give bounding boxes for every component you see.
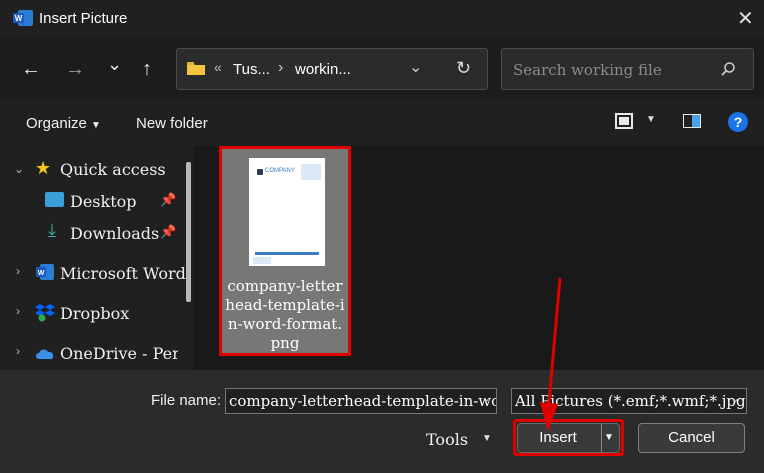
breadcrumb-item[interactable]: Tus...: [233, 61, 270, 78]
view-dropdown-icon[interactable]: ▼: [646, 114, 656, 125]
preview-pane-icon[interactable]: [683, 114, 701, 128]
navigation-bar: ← → ⌄ ↑ « Tus... › workin... ⌄ ↻ Search …: [0, 38, 764, 100]
insert-dropdown-icon[interactable]: ▼: [604, 424, 614, 452]
search-input[interactable]: Search working file: [513, 61, 662, 79]
annotation-arrow-icon: [538, 274, 568, 444]
sidebar-scrollbar[interactable]: [186, 162, 191, 302]
navigation-pane: ⌄ ★ Quick access Desktop 📌 ⤓ Downloads 📌…: [0, 146, 194, 370]
file-name-label: company-letter head-template-i n-word-fo…: [225, 277, 345, 352]
thumbnail-pattern: [301, 164, 321, 180]
breadcrumb-item[interactable]: workin...: [295, 61, 351, 78]
title-bar: W Insert Picture ✕: [0, 0, 764, 38]
cancel-button[interactable]: Cancel: [638, 423, 745, 453]
chevron-right-icon[interactable]: ›: [16, 264, 20, 278]
tools-dropdown-icon[interactable]: ▼: [482, 433, 492, 444]
star-icon: ★: [35, 158, 52, 178]
organize-button[interactable]: Organize ▼: [26, 115, 101, 132]
sidebar-item-onedrive[interactable]: OneDrive - Perso: [60, 344, 178, 363]
filter-dropdown-icon[interactable]: ⌄: [730, 391, 740, 405]
back-arrow-icon[interactable]: ←: [21, 58, 41, 81]
dialog-footer: File name: company-letterhead-template-i…: [0, 370, 764, 473]
address-dropdown-icon[interactable]: ⌄: [409, 57, 422, 77]
svg-text:W: W: [38, 270, 45, 277]
file-name-value: company-letterhead-template-in-wo: [229, 392, 497, 410]
search-box[interactable]: Search working file: [501, 48, 754, 90]
svg-text:W: W: [15, 14, 23, 23]
thumbnail-footer-bar: [255, 252, 319, 255]
pin-icon: 📌: [160, 192, 177, 207]
insert-picture-dialog: W Insert Picture ✕ ← → ⌄ ↑ « Tus... › wo…: [0, 0, 764, 473]
sidebar-item-dropbox[interactable]: Dropbox: [60, 304, 129, 323]
up-arrow-icon[interactable]: ↑: [142, 58, 152, 81]
desktop-icon: [45, 192, 64, 207]
insert-button[interactable]: Insert ▼: [517, 423, 620, 453]
organize-label: Organize: [26, 115, 87, 132]
command-toolbar: Organize ▼ New folder ▼ ?: [0, 100, 764, 147]
dropbox-icon: [35, 302, 55, 322]
address-bar[interactable]: « Tus... › workin... ⌄ ↻: [176, 48, 488, 90]
sidebar-item-quick-access[interactable]: Quick access: [60, 160, 166, 179]
file-name-input[interactable]: company-letterhead-template-in-wo: [225, 388, 497, 414]
sidebar-item-microsoft-word[interactable]: Microsoft Word: [60, 264, 186, 283]
chevron-right-icon[interactable]: ›: [16, 344, 20, 358]
sidebar-item-downloads[interactable]: Downloads: [70, 224, 159, 243]
split-divider: [601, 424, 602, 452]
refresh-icon[interactable]: ↻: [456, 58, 471, 79]
file-name-dropdown-icon[interactable]: ⌄: [481, 391, 491, 405]
close-icon[interactable]: ✕: [737, 6, 754, 31]
file-item-selected[interactable]: COMPANY company-letter head-template-i n…: [219, 146, 351, 356]
tools-label: Tools: [426, 430, 469, 449]
chevron-right-icon[interactable]: ›: [16, 304, 20, 318]
thumbnail-company-text: COMPANY: [265, 168, 295, 174]
thumbnail-pattern: [253, 257, 271, 264]
word-icon: W: [35, 263, 55, 281]
download-icon: ⤓: [48, 220, 56, 240]
overflow-chevron-icon[interactable]: «: [214, 59, 222, 75]
chevron-down-icon: ▼: [91, 120, 101, 131]
view-options-icon[interactable]: [615, 113, 633, 129]
file-thumbnail: COMPANY: [249, 158, 325, 266]
tools-button[interactable]: Tools: [426, 430, 468, 449]
chevron-down-icon[interactable]: ⌄: [14, 162, 24, 176]
breadcrumb-separator-icon: ›: [278, 59, 284, 76]
pin-icon: 📌: [160, 224, 177, 239]
sidebar-item-desktop[interactable]: Desktop: [70, 192, 137, 211]
search-icon: [720, 61, 736, 77]
forward-arrow-icon[interactable]: →: [65, 58, 85, 81]
folder-icon: [187, 61, 205, 75]
help-icon[interactable]: ?: [728, 112, 748, 132]
file-name-label: File name:: [151, 392, 222, 409]
window-title: Insert Picture: [39, 10, 128, 27]
onedrive-icon: [34, 346, 56, 360]
company-logo-icon: [257, 169, 263, 175]
new-folder-button[interactable]: New folder: [136, 115, 208, 132]
recent-locations-chevron-icon[interactable]: ⌄: [107, 54, 122, 75]
word-app-icon: W: [12, 9, 34, 27]
